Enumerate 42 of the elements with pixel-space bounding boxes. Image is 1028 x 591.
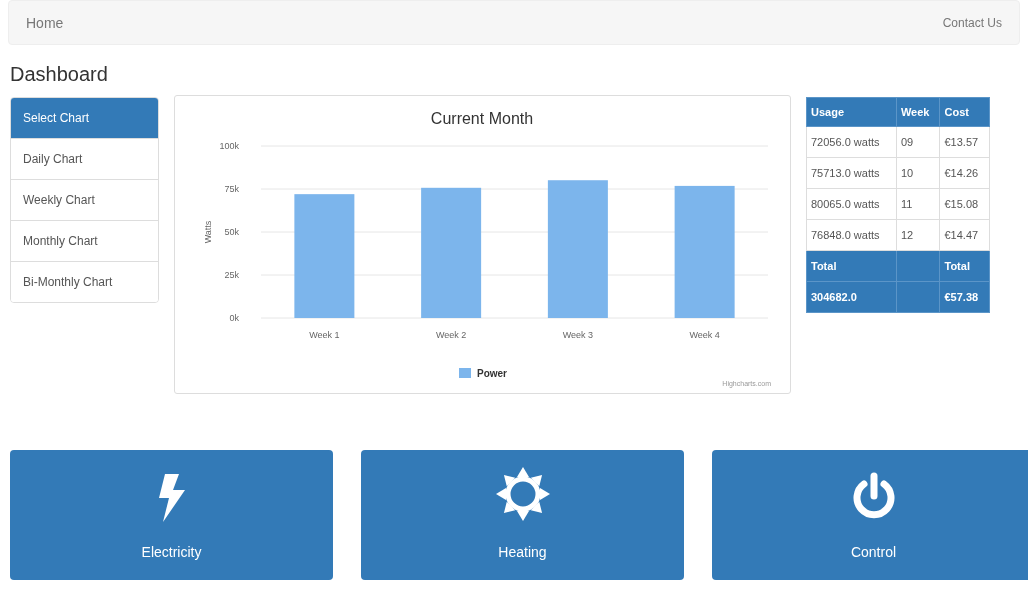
table-header: Cost [940,97,990,127]
total-cell: Total [940,250,990,282]
table-cell: 80065.0 watts [806,188,897,220]
sun-icon [494,466,551,522]
page-title: Dashboard [10,63,109,87]
axis-label: 50k [224,227,239,237]
sidebar-item[interactable]: Bi-Monthly Chart [11,261,158,302]
legend-swatch [459,368,471,378]
axis-label: 25k [224,270,239,280]
table-cell: €14.47 [940,219,990,251]
table-cell: 09 [896,126,940,158]
axis-label: 0k [229,313,239,323]
axis-label: 75k [224,184,239,194]
chart-title: Current Month [430,110,534,127]
axis-label: Week 2 [435,330,467,340]
tile-button[interactable]: Control [712,450,1028,580]
home-link[interactable]: Home [26,14,64,31]
axis-label: Week 4 [689,330,720,340]
table-cell: 76848.0 watts [806,219,897,251]
total-cell: €57.38 [940,281,990,313]
table-cell: 10 [896,157,940,189]
table-cell: 11 [896,188,940,220]
axis-label: 100k [219,141,239,151]
total-cell: Total [806,250,897,282]
axis-label: Week 1 [309,330,340,340]
table-cell: 72056.0 watts [806,126,897,158]
contact-link[interactable]: Contact Us [942,15,1002,30]
total-cell: 304682.0 [806,281,897,313]
table-cell: €14.26 [940,157,990,189]
table-header: Usage [806,97,897,127]
table-cell: €15.08 [940,188,990,220]
axis-label: Week 3 [562,330,594,340]
tile-button[interactable]: Electricity [10,450,333,580]
sidebar-item[interactable]: Select Chart [11,98,158,138]
table-cell: €13.57 [940,126,990,158]
tile-button[interactable]: Heating [361,450,684,580]
legend-label[interactable]: Power [477,368,507,379]
axis-title: Watts [203,220,213,244]
table-cell: 12 [896,219,940,251]
table-cell: 75713.0 watts [806,157,897,189]
lightning-icon [156,474,187,522]
table-header: Week [896,97,940,127]
